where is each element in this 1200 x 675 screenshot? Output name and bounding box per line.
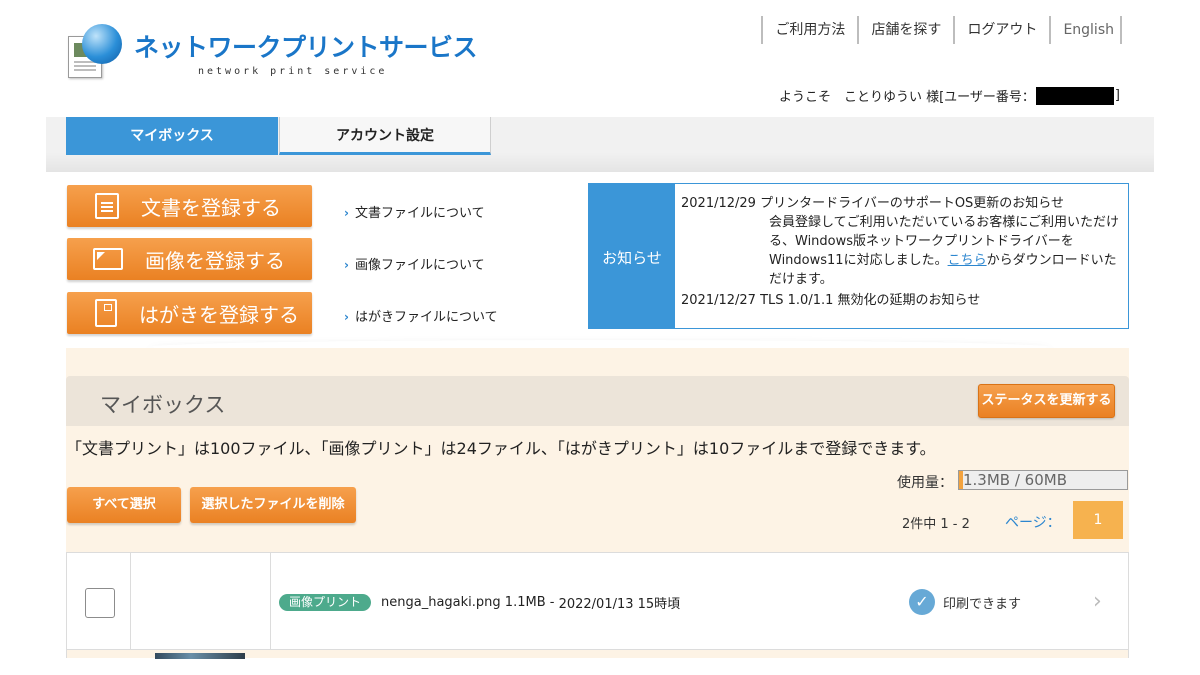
usage-label: 使用量： (897, 475, 953, 491)
about-image-label: 画像ファイルについて (354, 258, 485, 273)
mybox-header (66, 376, 1129, 426)
tab-bar: マイボックス アカウント設定 (46, 117, 1154, 172)
news-date: 2021/12/27 (681, 293, 756, 308)
chevron-right-icon: › (344, 310, 349, 324)
chevron-right-icon[interactable]: › (1093, 589, 1102, 614)
top-nav: ご利用方法 店舗を探す ログアウト English (761, 16, 1122, 44)
chevron-right-icon: › (344, 258, 349, 272)
news-label: お知らせ (589, 184, 675, 328)
file-size: 1.1MB (504, 595, 546, 610)
result-count: 2件中 1 - 2 (902, 517, 970, 532)
page-label: ページ： (1005, 515, 1061, 531)
select-all-button[interactable]: すべて選択 (67, 487, 181, 523)
mybox-title: マイボックス (100, 393, 226, 417)
logo-subtitle: network print service (198, 66, 388, 77)
chevron-right-icon: › (344, 206, 349, 220)
refresh-status-button[interactable]: ステータスを更新する (978, 384, 1115, 418)
file-thumbnail (155, 653, 245, 659)
about-document-label: 文書ファイルについて (354, 206, 485, 221)
globe-icon (82, 24, 122, 64)
redacted-user-number (1035, 86, 1114, 105)
register-image-button[interactable]: 画像を登録する (67, 238, 312, 280)
register-image-label: 画像を登録する (145, 248, 285, 273)
news-download-link[interactable]: こちら (948, 253, 987, 268)
news-title: プリンタードライバーのサポートOS更新のお知らせ (760, 196, 1065, 211)
checkbox-cell (67, 553, 131, 649)
postcard-icon (95, 299, 117, 327)
delete-selected-button[interactable]: 選択したファイルを削除 (190, 487, 356, 523)
nav-find-store-link[interactable]: 店舗を探す (857, 16, 953, 44)
tab-mybox[interactable]: マイボックス (66, 117, 278, 155)
usage-bar: 1.3MB / 60MB (958, 470, 1128, 490)
file-limit-text: 「文書プリント」は100ファイル、「画像プリント」は24ファイル、「はがきプリン… (66, 439, 936, 458)
nav-english-link[interactable]: English (1049, 16, 1122, 44)
logo-title: ネットワークプリントサービス (134, 33, 478, 62)
file-registered-time: 2022/01/13 15時頃 (558, 597, 681, 612)
file-select-checkbox[interactable] (85, 588, 115, 618)
file-type-badge: 画像プリント (279, 594, 372, 611)
news-title: TLS 1.0/1.1 無効化の延期のお知らせ (760, 293, 981, 308)
tab-account-settings[interactable]: アカウント設定 (279, 117, 491, 155)
about-document-link[interactable]: › 文書ファイルについて (344, 202, 485, 221)
document-icon (95, 193, 119, 219)
register-postcard-label: はがきを登録する (139, 302, 299, 327)
welcome-suffix: ] (1114, 88, 1120, 103)
file-status-text: 印刷できます (943, 596, 1022, 612)
news-item: 2021/12/27 TLS 1.0/1.1 無効化の延期のお知らせ (681, 291, 1121, 310)
nav-logout-link[interactable]: ログアウト (953, 16, 1049, 44)
page-button-1[interactable]: 1 (1073, 501, 1123, 539)
news-list[interactable]: 2021/12/29 プリンタードライバーのサポートOS更新のお知らせ 会員登録… (681, 194, 1121, 310)
welcome-prefix: ようこそ ことりゆうい 様[ユーザー番号： (778, 90, 1035, 105)
news-body: 会員登録してご利用いただいているお客様にご利用いただける、Windows版ネット… (681, 213, 1121, 289)
checkmark-icon: ✓ (909, 589, 935, 615)
image-icon (93, 248, 123, 270)
news-date: 2021/12/29 (681, 196, 756, 211)
file-row-info[interactable]: 画像プリント nenga_hagaki.png 1.1MB - 2022/01/… (279, 593, 680, 612)
register-document-button[interactable]: 文書を登録する (67, 185, 312, 227)
register-document-label: 文書を登録する (141, 195, 281, 220)
register-postcard-button[interactable]: はがきを登録する (67, 292, 312, 334)
news-box: お知らせ 2021/12/29 プリンタードライバーのサポートOS更新のお知らせ… (588, 183, 1129, 329)
logo[interactable]: ネットワークプリントサービス network print service (68, 22, 478, 86)
about-postcard-label: はがきファイルについて (354, 310, 498, 325)
file-status: ✓ 印刷できます (909, 589, 1021, 615)
file-name: nenga_hagaki.png (381, 595, 501, 610)
about-image-link[interactable]: › 画像ファイルについて (344, 254, 485, 273)
thumbnail-cell (131, 553, 271, 649)
file-table: 画像プリント nenga_hagaki.png 1.1MB - 2022/01/… (66, 552, 1129, 659)
news-item: 2021/12/29 プリンタードライバーのサポートOS更新のお知らせ 会員登録… (681, 194, 1121, 289)
about-postcard-link[interactable]: › はがきファイルについて (344, 306, 498, 325)
usage-text: 1.3MB / 60MB (963, 471, 1067, 489)
welcome-message: ようこそ ことりゆうい 様[ユーザー番号： ] (779, 86, 1120, 105)
nav-usage-link[interactable]: ご利用方法 (761, 16, 857, 44)
